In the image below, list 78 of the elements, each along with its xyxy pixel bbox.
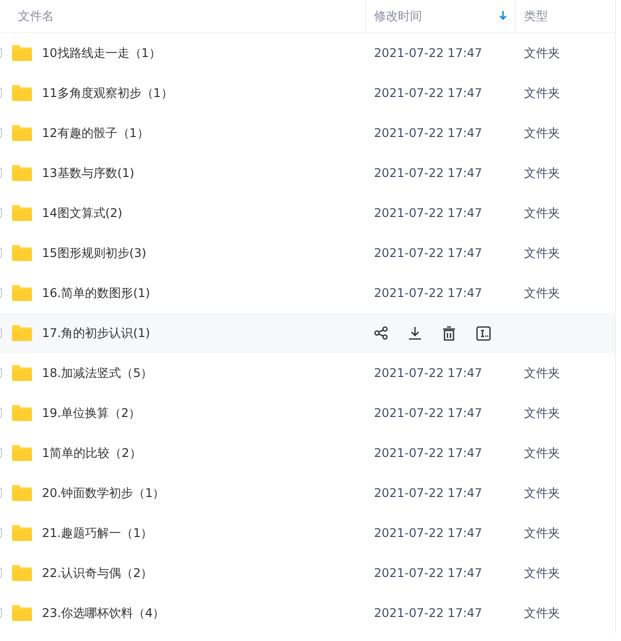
file-type: 文件夹 bbox=[524, 444, 560, 462]
file-row[interactable]: 10找路线走一走（1） 2021-07-22 17:47 文件夹 bbox=[0, 33, 615, 73]
modified-time: 2021-07-22 17:47 bbox=[374, 526, 482, 540]
folder-icon bbox=[11, 564, 33, 582]
modified-time: 2021-07-22 17:47 bbox=[374, 86, 482, 100]
file-name[interactable]: 18.加减法竖式（5） bbox=[42, 364, 153, 382]
folder-icon bbox=[11, 44, 33, 62]
file-name[interactable]: 16.简单的数图形(1) bbox=[42, 284, 150, 302]
file-row[interactable]: 18.加减法竖式（5） 2021-07-22 17:47 文件夹 bbox=[0, 353, 615, 393]
share-icon[interactable] bbox=[374, 326, 388, 340]
modified-time: 2021-07-22 17:47 bbox=[374, 166, 482, 180]
file-type: 文件夹 bbox=[524, 164, 560, 182]
folder-icon bbox=[11, 204, 33, 222]
file-name[interactable]: 15图形规则初步(3) bbox=[42, 244, 146, 262]
folder-icon bbox=[11, 444, 33, 462]
file-name[interactable]: 17.角的初步认识(1) bbox=[42, 324, 150, 342]
file-type: 文件夹 bbox=[524, 604, 560, 622]
file-name[interactable]: 12有趣的骰子（1） bbox=[42, 124, 149, 142]
modified-time: 2021-07-22 17:47 bbox=[374, 246, 482, 260]
file-row[interactable]: 13基数与序数(1) 2021-07-22 17:47 文件夹 bbox=[0, 153, 615, 193]
modified-time: 2021-07-22 17:47 bbox=[374, 366, 482, 380]
folder-icon bbox=[11, 404, 33, 422]
download-icon[interactable] bbox=[408, 326, 422, 340]
file-row[interactable]: 12有趣的骰子（1） 2021-07-22 17:47 文件夹 bbox=[0, 113, 615, 153]
folder-icon bbox=[11, 604, 33, 622]
file-row[interactable]: 19.单位换算（2） 2021-07-22 17:47 文件夹 bbox=[0, 393, 615, 433]
folder-icon bbox=[11, 324, 33, 342]
modified-time: 2021-07-22 17:47 bbox=[374, 566, 482, 580]
file-name[interactable]: 21.趣题巧解一（1） bbox=[42, 524, 153, 542]
file-type: 文件夹 bbox=[524, 204, 560, 222]
folder-icon bbox=[11, 164, 33, 182]
file-type: 文件夹 bbox=[524, 524, 560, 542]
folder-icon bbox=[11, 484, 33, 502]
file-type: 文件夹 bbox=[524, 124, 560, 142]
file-type: 文件夹 bbox=[524, 484, 560, 502]
rename-icon[interactable] bbox=[476, 326, 491, 340]
file-row[interactable]: 17.角的初步认识(1) bbox=[0, 313, 615, 353]
folder-icon bbox=[11, 364, 33, 382]
file-type: 文件夹 bbox=[524, 364, 560, 382]
file-row[interactable]: 21.趣题巧解一（1） 2021-07-22 17:47 文件夹 bbox=[0, 513, 615, 553]
file-name[interactable]: 1简单的比较（2） bbox=[42, 444, 142, 462]
file-row[interactable]: 15图形规则初步(3) 2021-07-22 17:47 文件夹 bbox=[0, 233, 615, 273]
file-name[interactable]: 10找路线走一走（1） bbox=[42, 44, 161, 62]
file-type: 文件夹 bbox=[524, 84, 560, 102]
modified-time: 2021-07-22 17:47 bbox=[374, 206, 482, 220]
file-name[interactable]: 23.你选哪杯饮料（4） bbox=[42, 604, 165, 622]
file-type: 文件夹 bbox=[524, 284, 560, 302]
file-name[interactable]: 14图文算式(2) bbox=[42, 204, 122, 222]
file-row[interactable]: 1简单的比较（2） 2021-07-22 17:47 文件夹 bbox=[0, 433, 615, 473]
file-type: 文件夹 bbox=[524, 44, 560, 62]
file-name[interactable]: 22.认识奇与偶（2） bbox=[42, 564, 153, 582]
folder-icon bbox=[11, 284, 33, 302]
file-row[interactable]: 22.认识奇与偶（2） 2021-07-22 17:47 文件夹 bbox=[0, 553, 615, 593]
modified-time: 2021-07-22 17:47 bbox=[374, 406, 482, 420]
file-name[interactable]: 19.单位换算（2） bbox=[42, 404, 141, 422]
file-row[interactable]: 23.你选哪杯饮料（4） 2021-07-22 17:47 文件夹 bbox=[0, 593, 615, 633]
folder-icon bbox=[11, 244, 33, 262]
file-type: 文件夹 bbox=[524, 564, 560, 582]
sort-arrow-icon[interactable] bbox=[499, 11, 507, 21]
file-row[interactable]: 20.钟面数学初步（1） 2021-07-22 17:47 文件夹 bbox=[0, 473, 615, 513]
file-name[interactable]: 20.钟面数学初步（1） bbox=[42, 484, 165, 502]
file-name[interactable]: 13基数与序数(1) bbox=[42, 164, 134, 182]
modified-time: 2021-07-22 17:47 bbox=[374, 606, 482, 620]
modified-time: 2021-07-22 17:47 bbox=[374, 126, 482, 140]
modified-time: 2021-07-22 17:47 bbox=[374, 286, 482, 300]
file-type: 文件夹 bbox=[524, 244, 560, 262]
folder-icon bbox=[11, 524, 33, 542]
file-type: 文件夹 bbox=[524, 404, 560, 422]
folder-icon bbox=[11, 84, 33, 102]
file-row[interactable]: 16.简单的数图形(1) 2021-07-22 17:47 文件夹 bbox=[0, 273, 615, 313]
delete-icon[interactable] bbox=[442, 326, 456, 340]
modified-time: 2021-07-22 17:47 bbox=[374, 46, 482, 60]
folder-icon bbox=[11, 124, 33, 142]
file-name[interactable]: 11多角度观察初步（1） bbox=[42, 84, 173, 102]
modified-time: 2021-07-22 17:47 bbox=[374, 446, 482, 460]
modified-time: 2021-07-22 17:47 bbox=[374, 486, 482, 500]
file-row[interactable]: 14图文算式(2) 2021-07-22 17:47 文件夹 bbox=[0, 193, 615, 233]
file-row[interactable]: 11多角度观察初步（1） 2021-07-22 17:47 文件夹 bbox=[0, 73, 615, 113]
